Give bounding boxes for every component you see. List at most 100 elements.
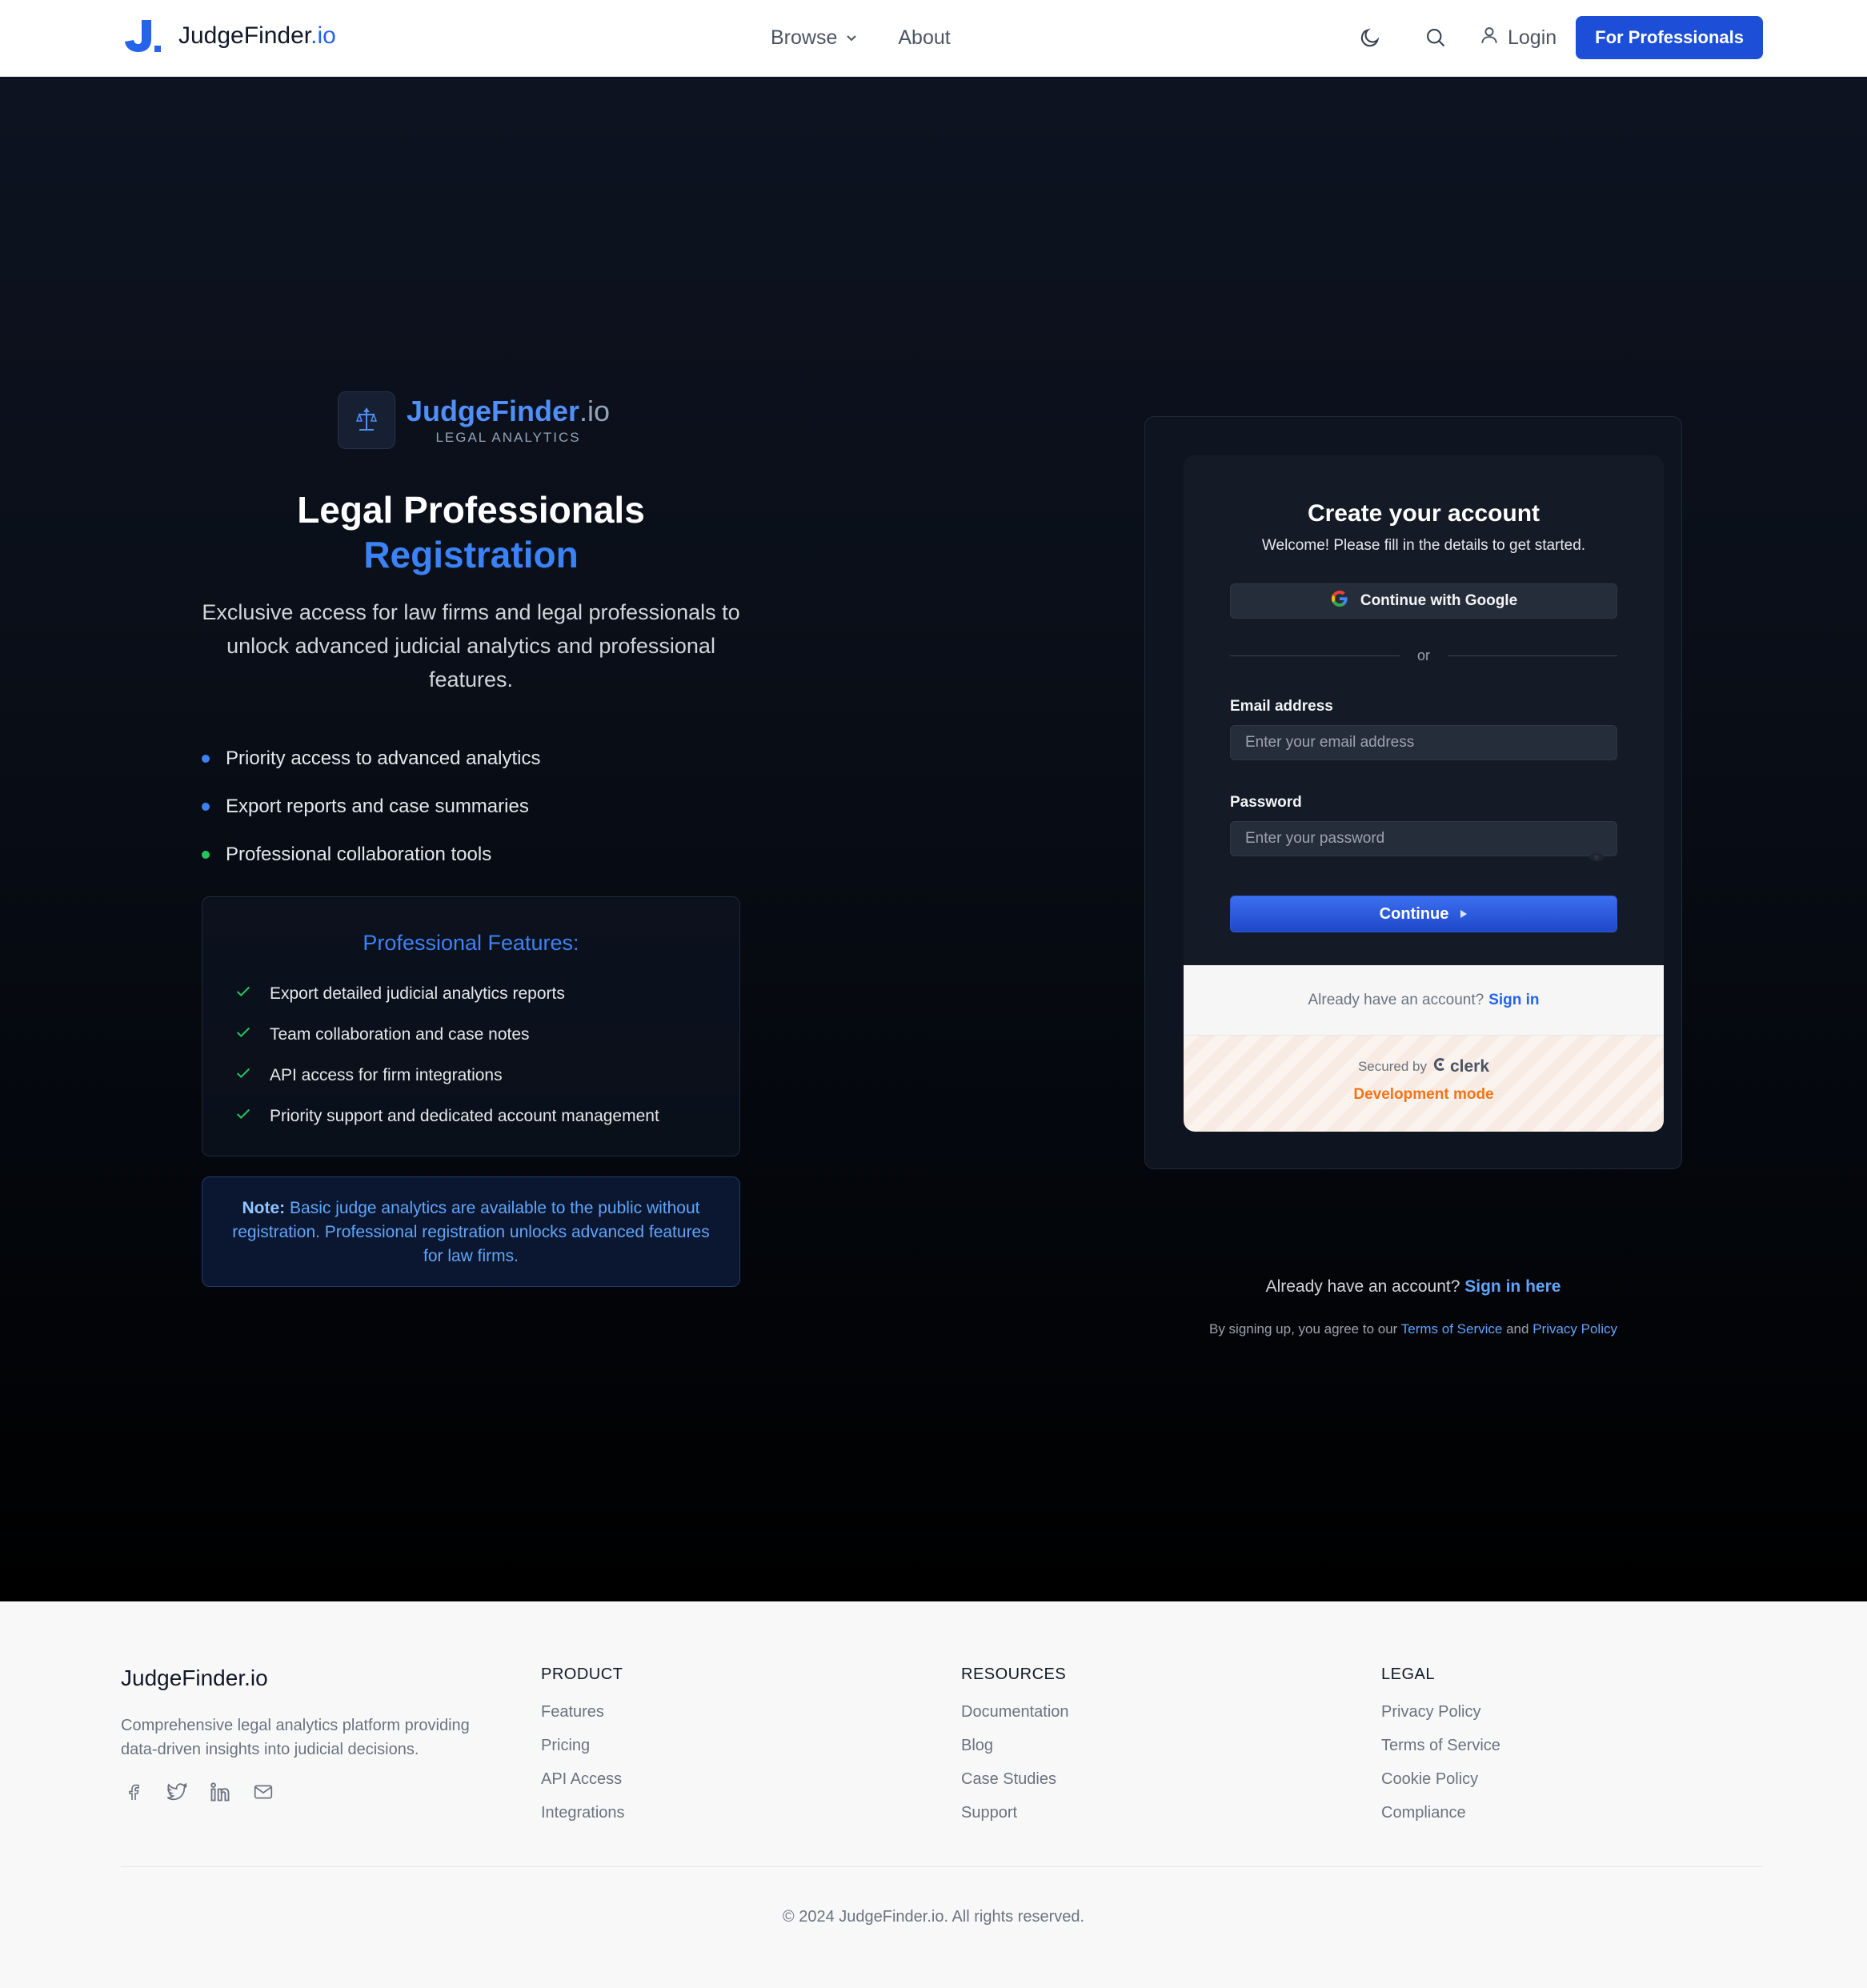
signup-subtitle: Welcome! Please fill in the details to g… (1261, 537, 1586, 554)
password-field[interactable] (1230, 821, 1617, 856)
email-field[interactable] (1230, 725, 1617, 760)
twitter-icon[interactable] (164, 1779, 190, 1805)
scales-of-justice-icon (338, 391, 395, 449)
mail-icon[interactable] (250, 1779, 276, 1805)
bullet-dot-icon (202, 851, 210, 859)
features-list: Export detailed judicial analytics repor… (234, 973, 739, 1136)
signup-title: Create your account (1307, 500, 1540, 527)
footer-link-case-studies[interactable]: Case Studies (961, 1770, 1069, 1804)
continue-button[interactable]: Continue (1230, 896, 1617, 932)
nav-browse-dropdown[interactable]: Browse (771, 26, 858, 50)
benefit-text: Priority access to advanced analytics (226, 748, 541, 769)
secured-by: Secured by clerk (1184, 1057, 1664, 1076)
footer-link-terms-of-service[interactable]: Terms of Service (1381, 1737, 1500, 1770)
checkmark-icon (234, 1064, 252, 1087)
note-label: Note: (242, 1199, 286, 1217)
footer-link-documentation[interactable]: Documentation (961, 1703, 1069, 1737)
or-label: or (1417, 647, 1431, 663)
dark-mode-moon-icon[interactable] (1356, 23, 1384, 52)
hero-logo-text: JudgeFinder.io LEGAL ANALYTICS (407, 395, 610, 446)
checkmark-icon (234, 1105, 252, 1128)
footer-description: Comprehensive legal analytics platform p… (121, 1717, 470, 1758)
footer-column-title: RESOURCES (961, 1665, 1067, 1683)
benefit-list: Priority access to advanced analytics Ex… (202, 735, 541, 879)
benefit-text: Professional collaboration tools (226, 844, 492, 865)
show-password-eye-icon[interactable] (1588, 851, 1605, 864)
feature-item: Team collaboration and case notes (234, 1014, 739, 1055)
checkmark-icon (234, 983, 252, 1005)
chevron-down-icon (845, 26, 858, 50)
for-professionals-button[interactable]: For Professionals (1576, 16, 1763, 59)
footer-link-blog[interactable]: Blog (961, 1737, 1069, 1770)
brand-logo-link[interactable]: JudgeFinder.io (124, 18, 336, 54)
login-label: Login (1507, 26, 1557, 49)
signin-link[interactable]: Sign in (1488, 992, 1539, 1009)
password-label: Password (1230, 794, 1302, 811)
nav-browse-label: Browse (771, 26, 838, 49)
note-text: Basic judge analytics are available to t… (232, 1199, 710, 1265)
clerk-branding: Secured by clerk Development mode (1184, 1036, 1664, 1132)
footer-link-features[interactable]: Features (541, 1703, 625, 1737)
secured-by-label: Secured by (1357, 1059, 1427, 1074)
footer-brand: JudgeFinder.io (121, 1665, 268, 1690)
clerk-logo[interactable]: clerk (1433, 1057, 1489, 1076)
linkedin-icon[interactable] (207, 1779, 233, 1805)
footer-link-privacy-policy[interactable]: Privacy Policy (1381, 1703, 1500, 1737)
google-button-label: Continue with Google (1360, 592, 1518, 609)
footer-link-pricing[interactable]: Pricing (541, 1737, 625, 1770)
login-link[interactable]: Login (1479, 25, 1557, 51)
footer-divider (121, 1866, 1763, 1867)
signup-widget-container: Create your account Welcome! Please fill… (1144, 416, 1682, 1169)
benefit-text: Export reports and case summaries (226, 796, 529, 817)
sign-in-here-link[interactable]: Sign in here (1464, 1277, 1561, 1296)
page-title: Legal Professionals Registration (202, 487, 740, 577)
clerk-wordmark: clerk (1449, 1057, 1490, 1076)
professional-features-card: Professional Features: Export detailed j… (202, 896, 740, 1156)
brand-name: JudgeFinder.io (178, 22, 336, 49)
terms-prefix: By signing up, you agree to our (1209, 1321, 1398, 1337)
top-navigation-bar: JudgeFinder.io Browse About Login For Pr… (0, 0, 1867, 77)
footer-link-compliance[interactable]: Compliance (1381, 1804, 1500, 1838)
development-mode-badge: Development mode (1353, 1086, 1494, 1103)
hero-logo-tagline: LEGAL ANALYTICS (435, 430, 581, 445)
social-links (121, 1779, 276, 1805)
facebook-icon[interactable] (121, 1779, 146, 1805)
terms-of-service-link[interactable]: Terms of Service (1401, 1321, 1503, 1337)
divider-line (1230, 655, 1400, 656)
footer-link-cookie-policy[interactable]: Cookie Policy (1381, 1770, 1500, 1804)
signup-card: Create your account Welcome! Please fill… (1184, 455, 1664, 1132)
google-icon (1330, 589, 1349, 613)
search-icon[interactable] (1421, 23, 1450, 52)
hero-logo-name: JudgeFinder.io (407, 395, 611, 427)
signin-prompt: Already have an account? Sign in (1184, 965, 1664, 1036)
play-arrow-icon (1460, 905, 1468, 924)
benefit-item: Priority access to advanced analytics (202, 735, 541, 783)
already-question: Already have an account? (1265, 1277, 1460, 1296)
terms-notice: By signing up, you agree to our Terms of… (1144, 1321, 1682, 1337)
already-have-account: Already have an account? Sign in here (1144, 1277, 1682, 1297)
email-label: Email address (1230, 698, 1333, 715)
user-icon (1479, 25, 1500, 51)
footer-link-integrations[interactable]: Integrations (541, 1804, 625, 1838)
nav-about-link[interactable]: About (898, 26, 950, 50)
footer-column-title: LEGAL (1381, 1665, 1435, 1683)
footer-column-title: PRODUCT (541, 1665, 623, 1683)
divider-line (1448, 655, 1618, 656)
privacy-policy-link[interactable]: Privacy Policy (1532, 1321, 1617, 1337)
hero-logo: JudgeFinder.io LEGAL ANALYTICS (338, 391, 610, 449)
feature-text: API access for firm integrations (270, 1065, 503, 1084)
footer-column-product: PRODUCT Features Pricing API Access Inte… (541, 1665, 625, 1838)
header-actions: Login For Professionals (1356, 16, 1763, 59)
page-title-line1: Legal Professionals (297, 489, 645, 531)
footer-link-support[interactable]: Support (961, 1804, 1069, 1838)
continue-with-google-button[interactable]: Continue with Google (1230, 583, 1617, 619)
feature-item: API access for firm integrations (234, 1055, 739, 1096)
page-title-line2: Registration (363, 534, 579, 575)
copyright-notice: © 2024 JudgeFinder.io. All rights reserv… (782, 1908, 1085, 1926)
footer-link-api-access[interactable]: API Access (541, 1770, 625, 1804)
hero-description: Exclusive access for law firms and legal… (202, 600, 740, 691)
footer-column-legal: LEGAL Privacy Policy Terms of Service Co… (1381, 1665, 1500, 1838)
bullet-dot-icon (202, 755, 210, 763)
terms-and: and (1506, 1321, 1529, 1337)
benefit-item: Export reports and case summaries (202, 783, 541, 831)
